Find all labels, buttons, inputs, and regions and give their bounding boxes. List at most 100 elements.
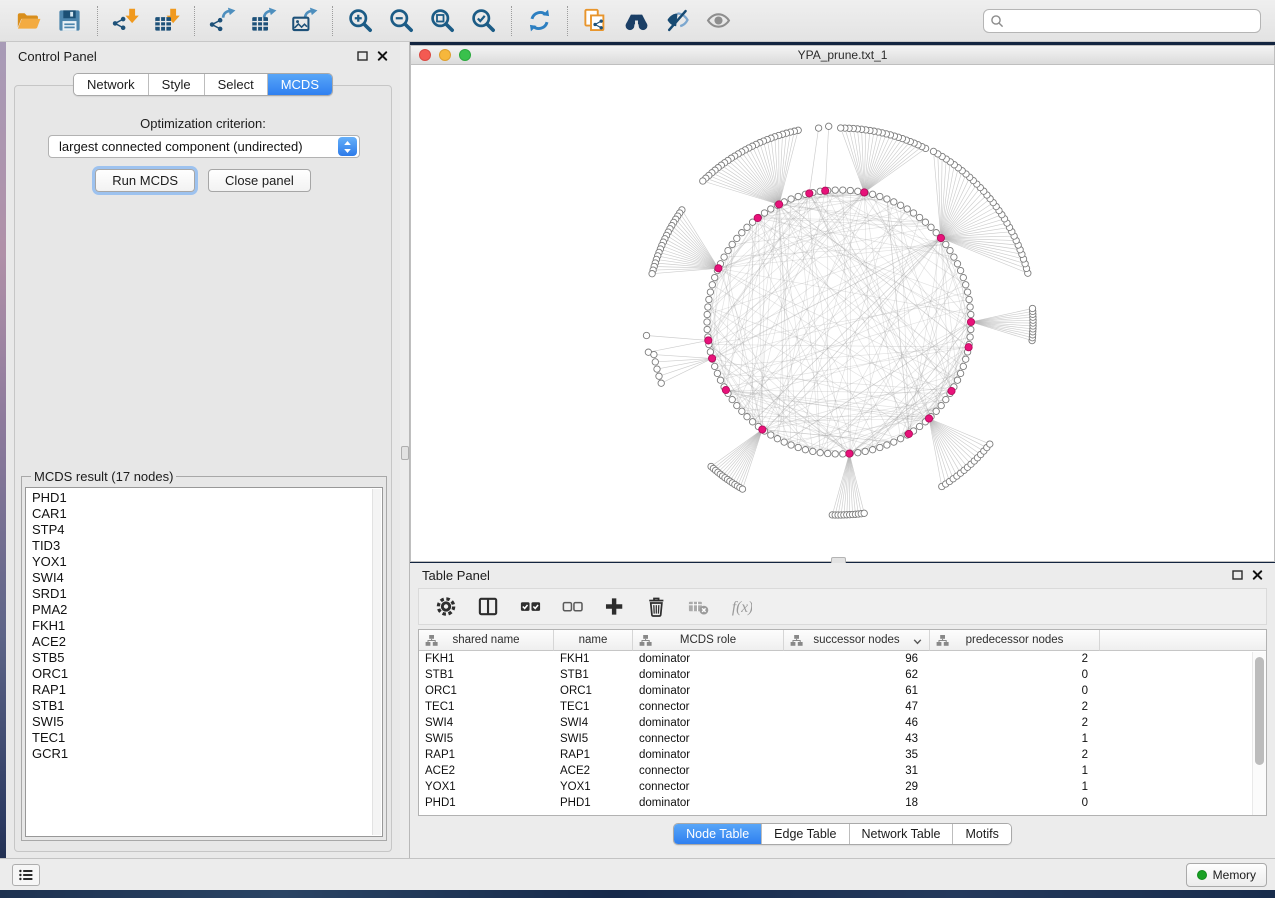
import-network-button[interactable] xyxy=(105,4,146,38)
scrollbar-thumb[interactable] xyxy=(1255,657,1264,765)
tab-select[interactable]: Select xyxy=(204,74,267,95)
vertical-splitter[interactable] xyxy=(400,42,410,858)
search-network-button[interactable] xyxy=(616,4,657,38)
desktop-background-bottom xyxy=(0,890,1275,898)
close-panel-icon[interactable] xyxy=(377,51,388,61)
table-row[interactable]: SWI5SWI5connector431 xyxy=(419,731,1266,747)
splitter-grip-icon[interactable] xyxy=(401,446,409,460)
mcds-result-list[interactable]: PHD1CAR1STP4TID3YOX1SWI4SRD1PMA2FKH1ACE2… xyxy=(25,487,383,837)
add-column-button[interactable] xyxy=(601,594,627,620)
mcds-result-item[interactable]: STB5 xyxy=(32,650,382,666)
mcds-result-item[interactable]: PHD1 xyxy=(32,490,382,506)
mcds-result-item[interactable]: ACE2 xyxy=(32,634,382,650)
export-table-button[interactable] xyxy=(243,4,284,38)
mcds-result-item[interactable]: GCR1 xyxy=(32,746,382,762)
search-box[interactable] xyxy=(983,9,1261,33)
cell-shared-name: YOX1 xyxy=(419,779,554,795)
show-graphics-details-button[interactable] xyxy=(698,4,739,38)
cell-name: RAP1 xyxy=(554,747,633,763)
column-header-MCDS-role[interactable]: MCDS role xyxy=(633,630,784,651)
mcds-result-item[interactable]: TEC1 xyxy=(32,730,382,746)
table-scrollbar[interactable] xyxy=(1252,652,1266,815)
mcds-result-item[interactable]: ORC1 xyxy=(32,666,382,682)
toolbar-separator xyxy=(567,6,568,36)
tab-network[interactable]: Network xyxy=(74,74,148,95)
refresh-layout-button[interactable] xyxy=(519,4,560,38)
run-mcds-button[interactable]: Run MCDS xyxy=(95,169,195,192)
control-panel-tabs: NetworkStyleSelectMCDS xyxy=(73,73,333,96)
close-panel-button[interactable]: Close panel xyxy=(208,169,311,192)
network-graph[interactable] xyxy=(411,65,1274,560)
table-row[interactable]: FKH1FKH1dominator962 xyxy=(419,651,1266,667)
network-window-titlebar[interactable]: YPA_prune.txt_1 xyxy=(410,45,1275,65)
table-row[interactable]: RAP1RAP1dominator352 xyxy=(419,747,1266,763)
close-window-icon[interactable] xyxy=(419,49,431,61)
mcds-list-scrollbar[interactable] xyxy=(372,489,381,835)
maximize-window-icon[interactable] xyxy=(459,49,471,61)
unselect-all-rows-button[interactable] xyxy=(559,594,585,620)
mcds-result-item[interactable]: SWI4 xyxy=(32,570,382,586)
zoom-fit-button[interactable] xyxy=(422,4,463,38)
mcds-result-item[interactable]: SWI5 xyxy=(32,714,382,730)
cell-shared-name: ACE2 xyxy=(419,763,554,779)
table-row[interactable]: ACE2ACE2connector311 xyxy=(419,763,1266,779)
column-header-name[interactable]: name xyxy=(554,630,633,651)
search-input[interactable] xyxy=(1008,14,1254,28)
clone-network-button[interactable] xyxy=(575,4,616,38)
network-graph-canvas[interactable] xyxy=(410,65,1275,562)
cell-MCDS-role: dominator xyxy=(633,683,784,699)
optimization-criterion-select[interactable]: largest connected component (undirected) xyxy=(48,135,360,158)
mcds-result-item[interactable]: YOX1 xyxy=(32,554,382,570)
hide-graphics-details-icon xyxy=(664,7,691,34)
gear-button[interactable] xyxy=(433,594,459,620)
mcds-result-item[interactable]: STP4 xyxy=(32,522,382,538)
table-row[interactable]: PHD1PHD1dominator180 xyxy=(419,795,1266,811)
export-image-button[interactable] xyxy=(284,4,325,38)
table-row[interactable]: ORC1ORC1dominator610 xyxy=(419,683,1266,699)
zoom-selected-button[interactable] xyxy=(463,4,504,38)
column-header-successor-nodes[interactable]: successor nodes xyxy=(784,630,930,651)
split-columns-icon xyxy=(477,595,500,618)
float-window-icon[interactable] xyxy=(1232,570,1243,580)
mcds-result-item[interactable]: RAP1 xyxy=(32,682,382,698)
console-button[interactable] xyxy=(12,864,40,886)
zoom-in-button[interactable] xyxy=(340,4,381,38)
tab-style[interactable]: Style xyxy=(148,74,204,95)
mcds-result-item[interactable]: FKH1 xyxy=(32,618,382,634)
tab-edge-table[interactable]: Edge Table xyxy=(761,824,848,844)
mcds-result-item[interactable]: TID3 xyxy=(32,538,382,554)
mcds-result-item[interactable]: SRD1 xyxy=(32,586,382,602)
import-table-button[interactable] xyxy=(146,4,187,38)
select-all-rows-button[interactable] xyxy=(517,594,543,620)
list-icon xyxy=(17,867,35,883)
split-columns-button[interactable] xyxy=(475,594,501,620)
table-row[interactable]: SWI4SWI4dominator462 xyxy=(419,715,1266,731)
table-row[interactable]: STB1STB1dominator620 xyxy=(419,667,1266,683)
cell-MCDS-role: dominator xyxy=(633,651,784,667)
mcds-result-item[interactable]: STB1 xyxy=(32,698,382,714)
node-table: shared namenameMCDS rolesuccessor nodesp… xyxy=(418,629,1267,816)
zoom-out-button[interactable] xyxy=(381,4,422,38)
save-button[interactable] xyxy=(49,4,90,38)
delete-columns-button[interactable] xyxy=(643,594,669,620)
tab-node-table[interactable]: Node Table xyxy=(674,824,761,844)
table-panel: Table Panel f(x) shared namenameMCDS rol… xyxy=(410,563,1275,858)
tab-mcds[interactable]: MCDS xyxy=(267,74,332,95)
export-network-button[interactable] xyxy=(202,4,243,38)
mcds-result-item[interactable]: CAR1 xyxy=(32,506,382,522)
close-panel-icon[interactable] xyxy=(1252,570,1263,580)
mcds-result-item[interactable]: PMA2 xyxy=(32,602,382,618)
table-row[interactable]: TEC1TEC1connector472 xyxy=(419,699,1266,715)
open-folder-button[interactable] xyxy=(8,4,49,38)
cell-successor-nodes: 18 xyxy=(784,795,930,811)
tab-motifs[interactable]: Motifs xyxy=(952,824,1010,844)
hide-graphics-details-button[interactable] xyxy=(657,4,698,38)
tab-network-table[interactable]: Network Table xyxy=(849,824,953,844)
float-window-icon[interactable] xyxy=(357,51,368,61)
select-all-rows-icon xyxy=(519,595,542,618)
minimize-window-icon[interactable] xyxy=(439,49,451,61)
memory-button[interactable]: Memory xyxy=(1186,863,1267,887)
table-row[interactable]: YOX1YOX1connector291 xyxy=(419,779,1266,795)
column-header-predecessor-nodes[interactable]: predecessor nodes xyxy=(930,630,1100,651)
column-header-shared-name[interactable]: shared name xyxy=(419,630,554,651)
